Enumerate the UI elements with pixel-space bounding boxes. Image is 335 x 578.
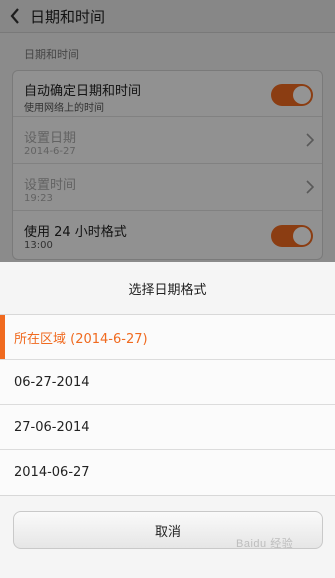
dialog-title: 选择日期格式 [128, 282, 207, 298]
watermark: Baidu 经验 [236, 538, 294, 550]
format-option-dd-mm-yyyy[interactable]: 27-06-2014 [0, 405, 335, 450]
format-option-yyyy-mm-dd[interactable]: 2014-06-27 [0, 450, 335, 495]
format-options-list: 所在区域 (2014-6-27) 06-27-2014 27-06-2014 2… [0, 314, 335, 496]
format-option-region[interactable]: 所在区域 (2014-6-27) [0, 315, 335, 360]
format-option-mm-dd-yyyy[interactable]: 06-27-2014 [0, 360, 335, 405]
date-format-dialog: 选择日期格式 所在区域 (2014-6-27) 06-27-2014 27-06… [0, 262, 335, 578]
